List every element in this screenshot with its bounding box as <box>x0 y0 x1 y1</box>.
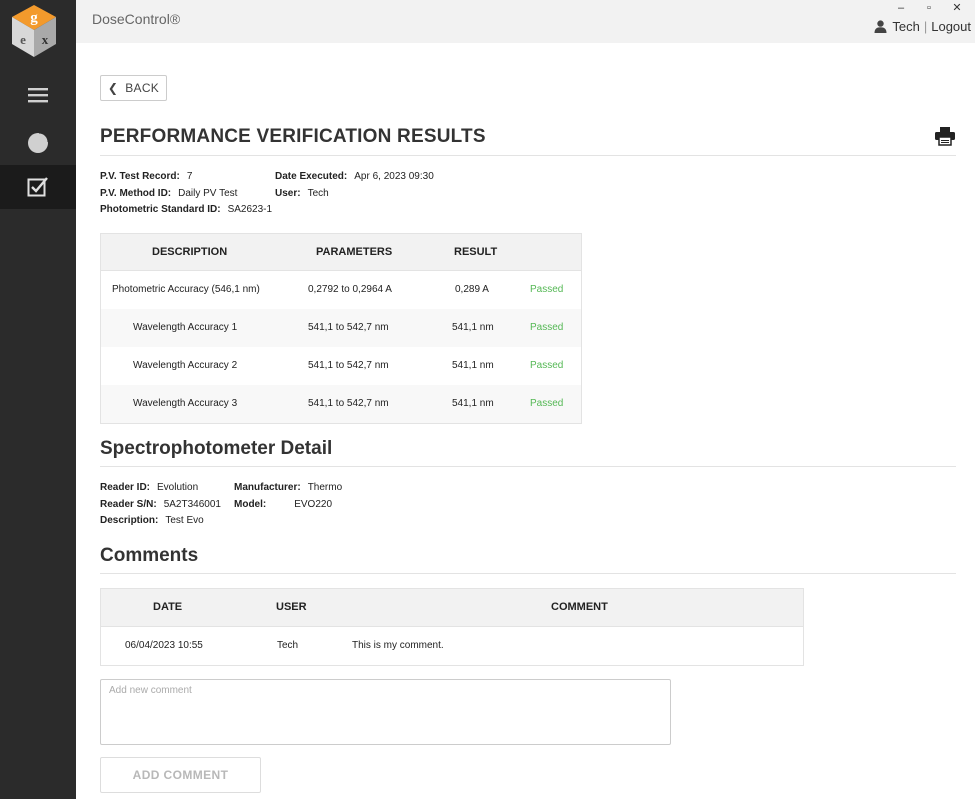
app-title: DoseControl® <box>92 11 181 27</box>
user-separator: | <box>923 19 928 34</box>
page-title: PERFORMANCE VERIFICATION RESULTS <box>100 126 486 147</box>
status-badge: Passed <box>530 360 564 371</box>
col-user: USER <box>276 601 307 613</box>
user-icon <box>874 20 887 33</box>
printer-icon <box>935 127 955 146</box>
nav-dashboard[interactable] <box>0 121 76 165</box>
comments-header: DATE USER COMMENT <box>101 589 803 627</box>
status-badge: Passed <box>530 322 564 333</box>
sidebar: g e x <box>0 0 76 799</box>
window-controls: – ▫ ✕ <box>887 1 971 15</box>
new-comment-input[interactable] <box>100 679 671 745</box>
model-value: EVO220 <box>294 498 333 510</box>
back-button[interactable]: ❮ BACK <box>100 75 167 101</box>
results-header: DESCRIPTION PARAMETERS RESULT <box>101 234 581 271</box>
reader-sn-value: 5A2T346001 <box>163 498 221 510</box>
date-executed-value: Apr 6, 2023 09:30 <box>354 171 434 182</box>
svg-text:x: x <box>42 32 49 47</box>
reader-id-value: Evolution <box>157 482 199 493</box>
user-name[interactable]: Tech <box>892 19 919 34</box>
table-row: Photometric Accuracy (546,1 nm) 0,2792 t… <box>112 284 564 295</box>
menu-icon <box>28 88 48 103</box>
col-parameters: PARAMETERS <box>316 246 393 258</box>
gex-logo: g e x <box>10 3 58 59</box>
status-badge: Passed <box>530 398 564 409</box>
user-value: Tech <box>307 187 329 199</box>
standard-id-value: SA2623-1 <box>227 204 273 215</box>
logout-link[interactable]: Logout <box>931 19 971 34</box>
spectro-divider <box>100 466 956 467</box>
manufacturer-value: Thermo <box>307 482 343 493</box>
user-area: Tech | Logout <box>874 19 971 34</box>
nav-verification[interactable] <box>0 165 76 209</box>
table-row: 06/04/2023 10:55 Tech This is my comment… <box>125 640 444 651</box>
status-badge: Passed <box>530 284 564 295</box>
title-divider <box>100 155 956 156</box>
col-description: DESCRIPTION <box>152 246 228 258</box>
title-bar: DoseControl® – ▫ ✕ Tech | Logout <box>76 0 975 43</box>
add-comment-button[interactable]: ADD COMMENT <box>100 757 261 793</box>
checkbox-icon <box>27 177 48 197</box>
nav-menu[interactable] <box>0 73 76 117</box>
table-row: Wavelength Accuracy 2 541,1 to 542,7 nm … <box>133 360 564 371</box>
svg-text:e: e <box>20 32 26 47</box>
comments-table: DATE USER COMMENT 06/04/2023 10:55 Tech … <box>100 588 804 666</box>
main-content: ❮ BACK PERFORMANCE VERIFICATION RESULTS … <box>76 43 975 799</box>
maximize-button[interactable]: ▫ <box>915 1 943 15</box>
test-record-value: 7 <box>186 171 193 182</box>
pie-chart-icon <box>28 132 49 153</box>
col-result: RESULT <box>454 246 498 258</box>
table-row: Wavelength Accuracy 3 541,1 to 542,7 nm … <box>101 385 581 423</box>
minimize-button[interactable]: – <box>887 1 915 15</box>
comments-divider <box>100 573 956 574</box>
col-comment: COMMENT <box>551 601 608 613</box>
spectro-title: Spectrophotometer Detail <box>100 438 333 459</box>
back-label: BACK <box>125 81 160 95</box>
table-row: Wavelength Accuracy 1 541,1 to 542,7 nm … <box>101 309 581 347</box>
svg-text:g: g <box>30 10 38 26</box>
spectro-info-right: Manufacturer: Thermo Model: EVO220 <box>234 482 343 510</box>
pv-info-right: Date Executed: Apr 6, 2023 09:30 User: Tec… <box>275 171 434 199</box>
spectro-info-left: Reader ID: Evolution Reader S/N: 5A2T34600… <box>100 482 221 526</box>
col-date: DATE <box>153 601 183 613</box>
results-table: DESCRIPTION PARAMETERS RESULT Photometri… <box>100 233 582 424</box>
print-button[interactable] <box>934 126 956 151</box>
comments-title: Comments <box>100 545 199 566</box>
description-value: Test Evo <box>165 515 204 526</box>
close-button[interactable]: ✕ <box>943 1 971 15</box>
chevron-left-icon: ❮ <box>107 81 119 95</box>
method-id-value: Daily PV Test <box>178 187 238 199</box>
pv-info-left: P.V. Test Record: 7 P.V. Method ID: Daily … <box>100 171 273 215</box>
